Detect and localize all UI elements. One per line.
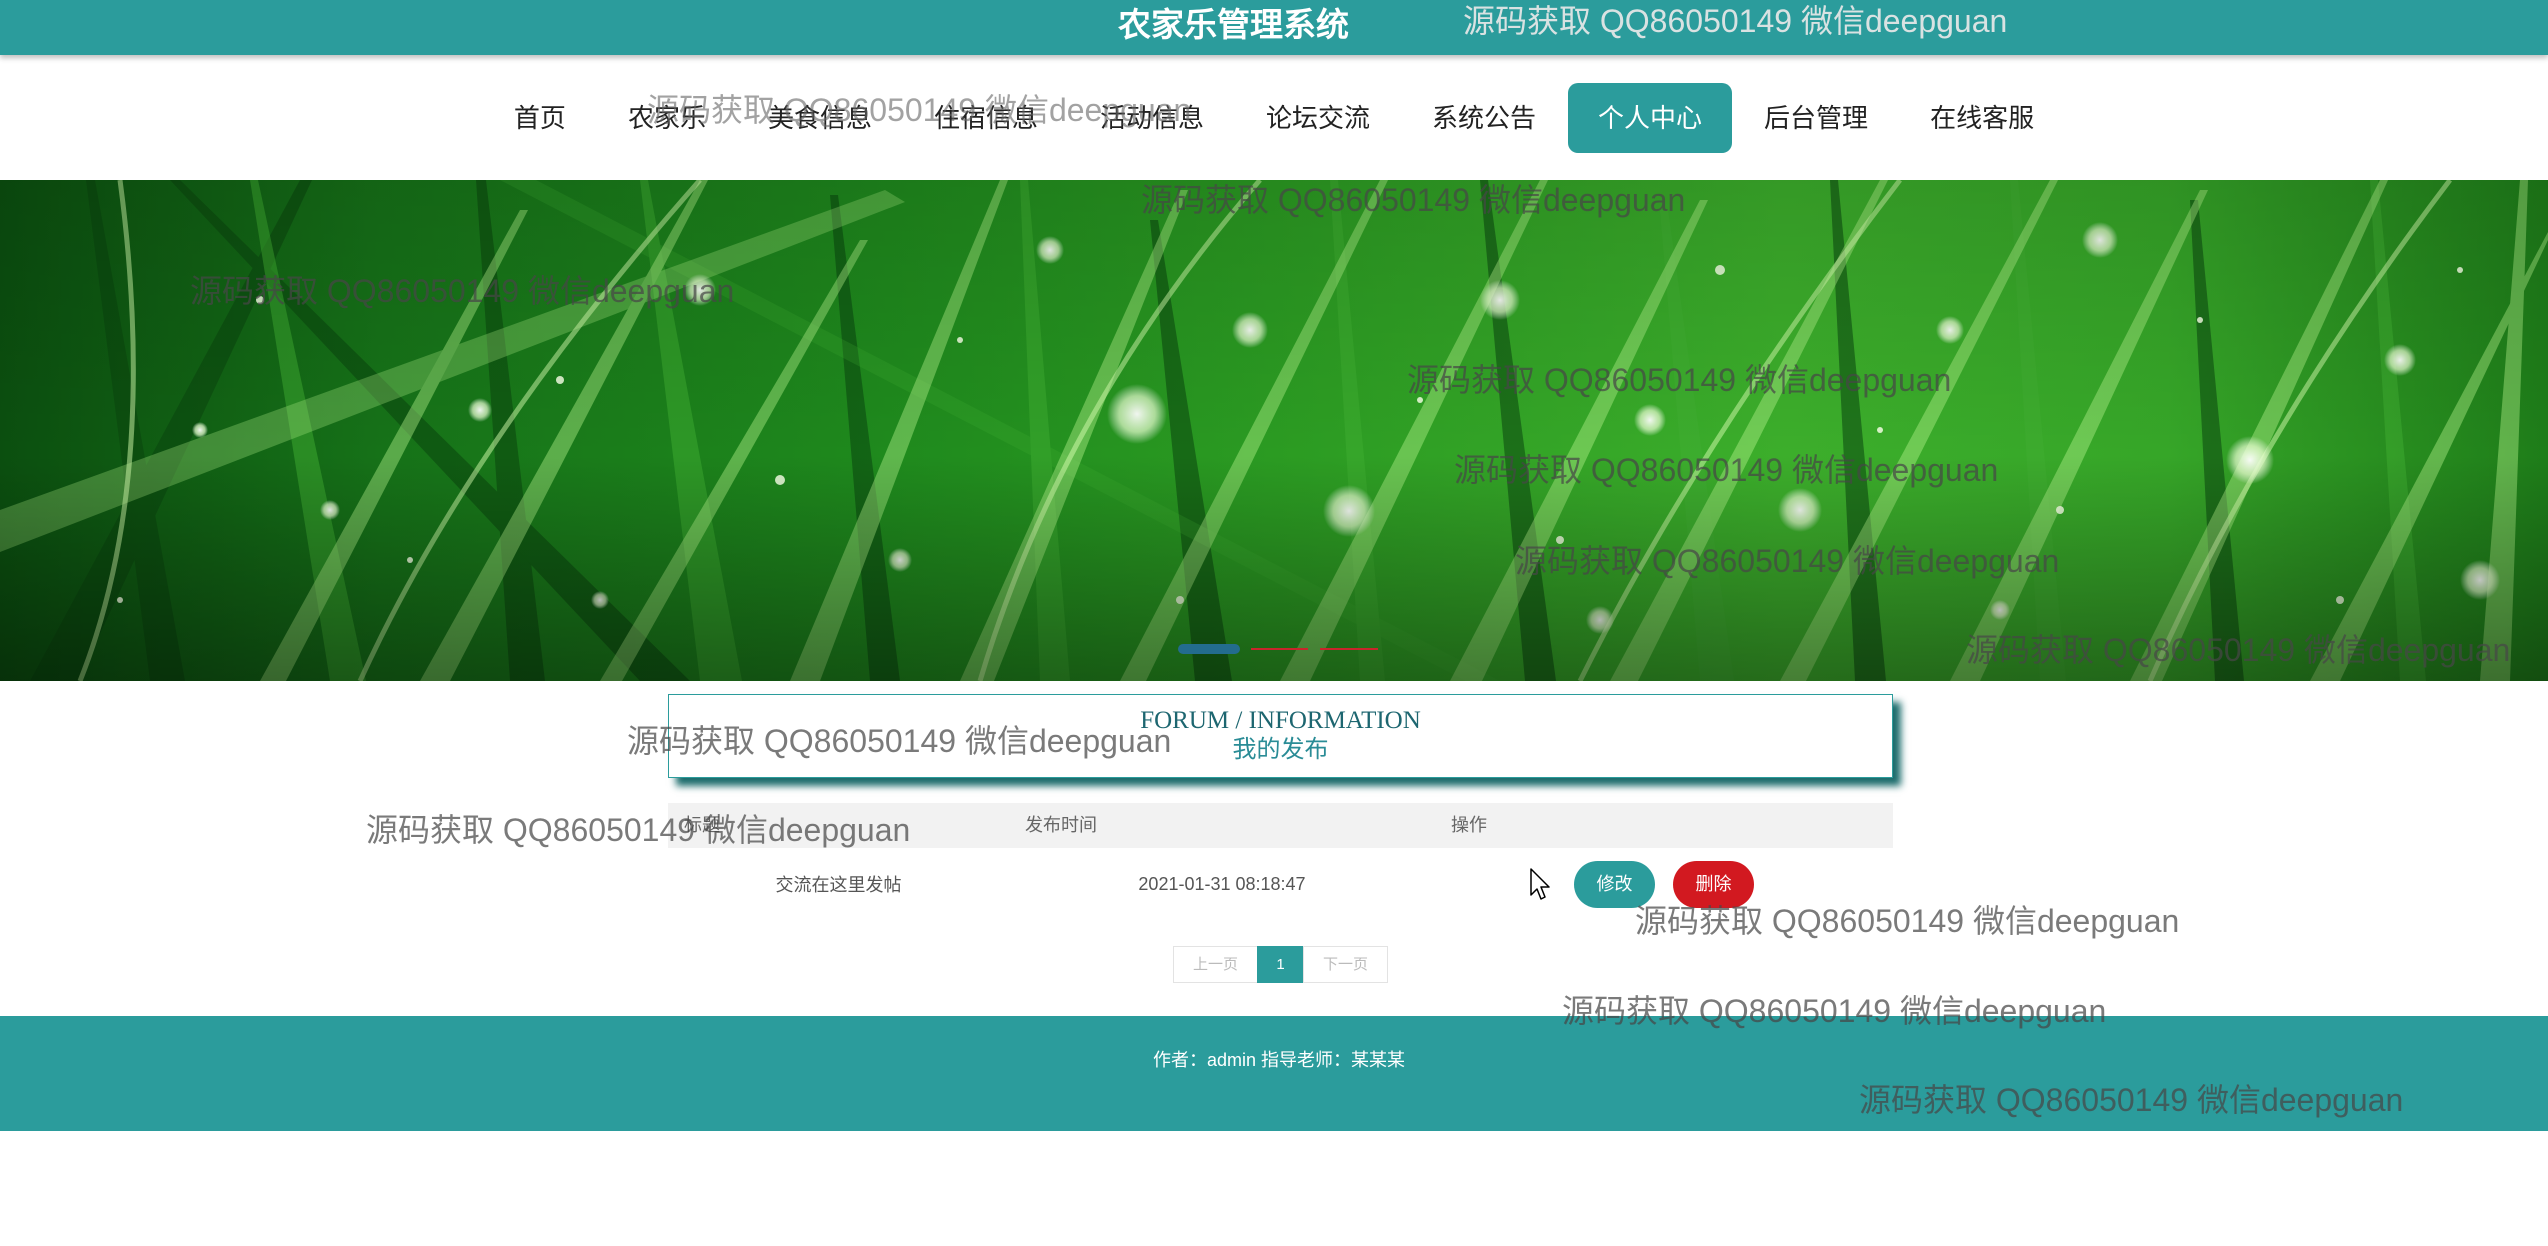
nav-item-support[interactable]: 在线客服 <box>1900 83 2064 153</box>
banner-image <box>0 180 2548 681</box>
my-posts-table: 标题 发布时间 操作 交流在这里发帖 2021-01-31 08:18:47 修… <box>668 803 1893 920</box>
carousel-indicator-2[interactable] <box>1251 648 1308 650</box>
column-header-actions: 操作 <box>1451 815 1487 835</box>
section-title-cn: 我的发布 <box>1232 736 1329 763</box>
current-page-button[interactable]: 1 <box>1257 946 1304 983</box>
post-title[interactable]: 交流在这里发帖 <box>668 871 1009 897</box>
post-time: 2021-01-31 08:18:47 <box>1138 873 1306 894</box>
carousel-indicator-1[interactable] <box>1178 644 1240 654</box>
nav-item-lodging[interactable]: 住宿信息 <box>904 83 1068 153</box>
nav-item-activities[interactable]: 活动信息 <box>1070 83 1234 153</box>
table-header: 标题 发布时间 操作 <box>668 803 1893 848</box>
nav-item-farmstay[interactable]: 农家乐 <box>598 83 736 153</box>
table-row: 交流在这里发帖 2021-01-31 08:18:47 修改 删除 <box>668 848 1893 920</box>
delete-button[interactable]: 删除 <box>1673 860 1754 908</box>
nav-item-home[interactable]: 首页 <box>484 83 596 153</box>
main-nav: 首页 农家乐 美食信息 住宿信息 活动信息 论坛交流 系统公告 个人中心 后台管… <box>0 55 2548 180</box>
row-actions: 修改 删除 <box>1435 860 1893 908</box>
footer-credits: 作者：admin 指导老师：某某某 <box>1152 1050 1406 1070</box>
nav-item-profile[interactable]: 个人中心 <box>1568 82 1733 153</box>
prev-page-button[interactable]: 上一页 <box>1173 946 1258 983</box>
mouse-cursor-icon <box>1530 868 1550 900</box>
nav-item-food[interactable]: 美食信息 <box>738 83 902 153</box>
top-header-bar: 农家乐管理系统 <box>0 0 2548 55</box>
column-header-time: 发布时间 <box>1025 815 1097 835</box>
edit-button[interactable]: 修改 <box>1574 860 1655 908</box>
nav-item-announcements[interactable]: 系统公告 <box>1402 83 1566 153</box>
section-title-box: FORUM / INFORMATION 我的发布 <box>668 694 1893 778</box>
column-header-title: 标题 <box>684 815 720 835</box>
banner-carousel <box>0 180 2548 681</box>
next-page-button[interactable]: 下一页 <box>1303 946 1388 983</box>
nav-item-admin[interactable]: 后台管理 <box>1734 83 1898 153</box>
site-title: 农家乐管理系统 <box>1118 6 1349 43</box>
nav-item-forum[interactable]: 论坛交流 <box>1236 83 1400 153</box>
section-title-en: FORUM / INFORMATION <box>1140 707 1421 734</box>
pagination: 上一页 1 下一页 <box>668 946 1893 983</box>
footer: 作者：admin 指导老师：某某某 <box>0 1016 2548 1131</box>
carousel-indicator-3[interactable] <box>1320 648 1378 650</box>
